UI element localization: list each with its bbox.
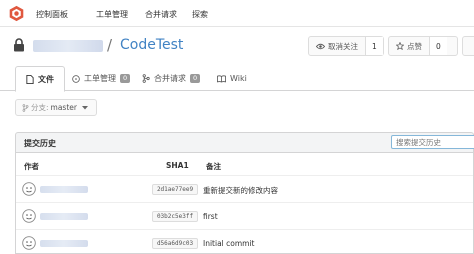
sha-link[interactable]: 03b2c5e3ff	[152, 211, 198, 222]
sha-link[interactable]: d56a6d9c03	[152, 238, 198, 249]
tab-issues-count: 0	[120, 74, 131, 83]
avatar-icon[interactable]	[22, 236, 36, 250]
sha-link[interactable]: 2d1ae77ee9	[152, 184, 198, 195]
commit-row: 2d1ae77ee9 重新提交新的修改内容	[16, 175, 473, 203]
commits-title: 提交历史	[24, 139, 56, 148]
commit-search-input[interactable]	[391, 135, 474, 149]
issue-icon	[72, 74, 80, 83]
lock-icon	[14, 38, 24, 52]
commit-message[interactable]: 重新提交新的修改内容	[203, 185, 278, 196]
author-name-blurred[interactable]	[40, 213, 88, 220]
tab-files-label: 文件	[38, 74, 54, 84]
commits-table: 作者 SHA1 备注 2d1ae77ee9 重新提交新的修改内容 03b2c5e…	[15, 152, 474, 254]
commits-header: 提交历史	[15, 132, 474, 152]
tab-issues-label: 工单管理	[84, 74, 116, 83]
star-icon	[396, 42, 404, 50]
repo-owner-link-blurred[interactable]	[33, 40, 103, 52]
column-author: 作者	[24, 162, 39, 171]
branch-name: master	[50, 103, 77, 112]
author-name-blurred[interactable]	[40, 240, 88, 247]
repo-path-separator: /	[107, 36, 113, 54]
tab-files[interactable]: 文件	[15, 66, 65, 92]
tab-wiki[interactable]: Wiki	[217, 66, 247, 91]
watch-label: 取消关注	[328, 41, 358, 51]
watch-button[interactable]: 取消关注 1	[308, 36, 384, 56]
merge-icon	[142, 74, 150, 83]
top-navbar: 控制面板 工单管理 合并请求 探索	[0, 0, 474, 27]
column-message: 备注	[206, 162, 221, 171]
author-name-blurred[interactable]	[40, 186, 88, 193]
star-count[interactable]: 0	[429, 37, 447, 55]
repo-name-link[interactable]: CodeTest	[120, 37, 183, 53]
tab-issues[interactable]: 工单管理 0	[72, 66, 131, 91]
branch-dropdown[interactable]: 分支: master	[15, 99, 97, 116]
tab-wiki-label: Wiki	[230, 74, 247, 83]
branch-icon	[22, 103, 29, 112]
book-icon	[217, 74, 226, 83]
avatar-icon[interactable]	[22, 209, 36, 223]
watch-count[interactable]: 1	[365, 37, 383, 55]
tab-pull-requests-count: 0	[190, 74, 201, 83]
commit-message[interactable]: first	[203, 212, 218, 221]
eye-icon	[316, 43, 325, 49]
nav-pull-requests[interactable]: 合并请求	[145, 9, 177, 20]
nav-issues[interactable]: 工单管理	[96, 9, 128, 20]
repo-tabs: 文件 工单管理 0 合并请求 0 Wiki	[0, 66, 474, 92]
commit-message[interactable]: Initial commit	[203, 239, 255, 248]
column-sha1: SHA1	[166, 161, 189, 170]
star-button[interactable]: 点赞 0	[388, 36, 458, 56]
file-icon	[26, 74, 34, 84]
avatar-icon[interactable]	[22, 182, 36, 196]
gitea-logo-icon[interactable]	[8, 5, 25, 22]
commit-row: d56a6d9c03 Initial commit	[16, 229, 473, 254]
branch-prefix: 分支:	[31, 103, 49, 112]
nav-dashboard[interactable]: 控制面板	[36, 9, 68, 20]
commit-row: 03b2c5e3ff first	[16, 202, 473, 230]
nav-explore[interactable]: 探索	[192, 9, 208, 20]
star-label: 点赞	[407, 41, 422, 51]
tab-pull-requests-label: 合并请求	[154, 74, 186, 83]
fork-button-partial[interactable]	[462, 36, 474, 56]
chevron-down-icon	[81, 105, 88, 109]
tab-pull-requests[interactable]: 合并请求 0	[142, 66, 201, 91]
